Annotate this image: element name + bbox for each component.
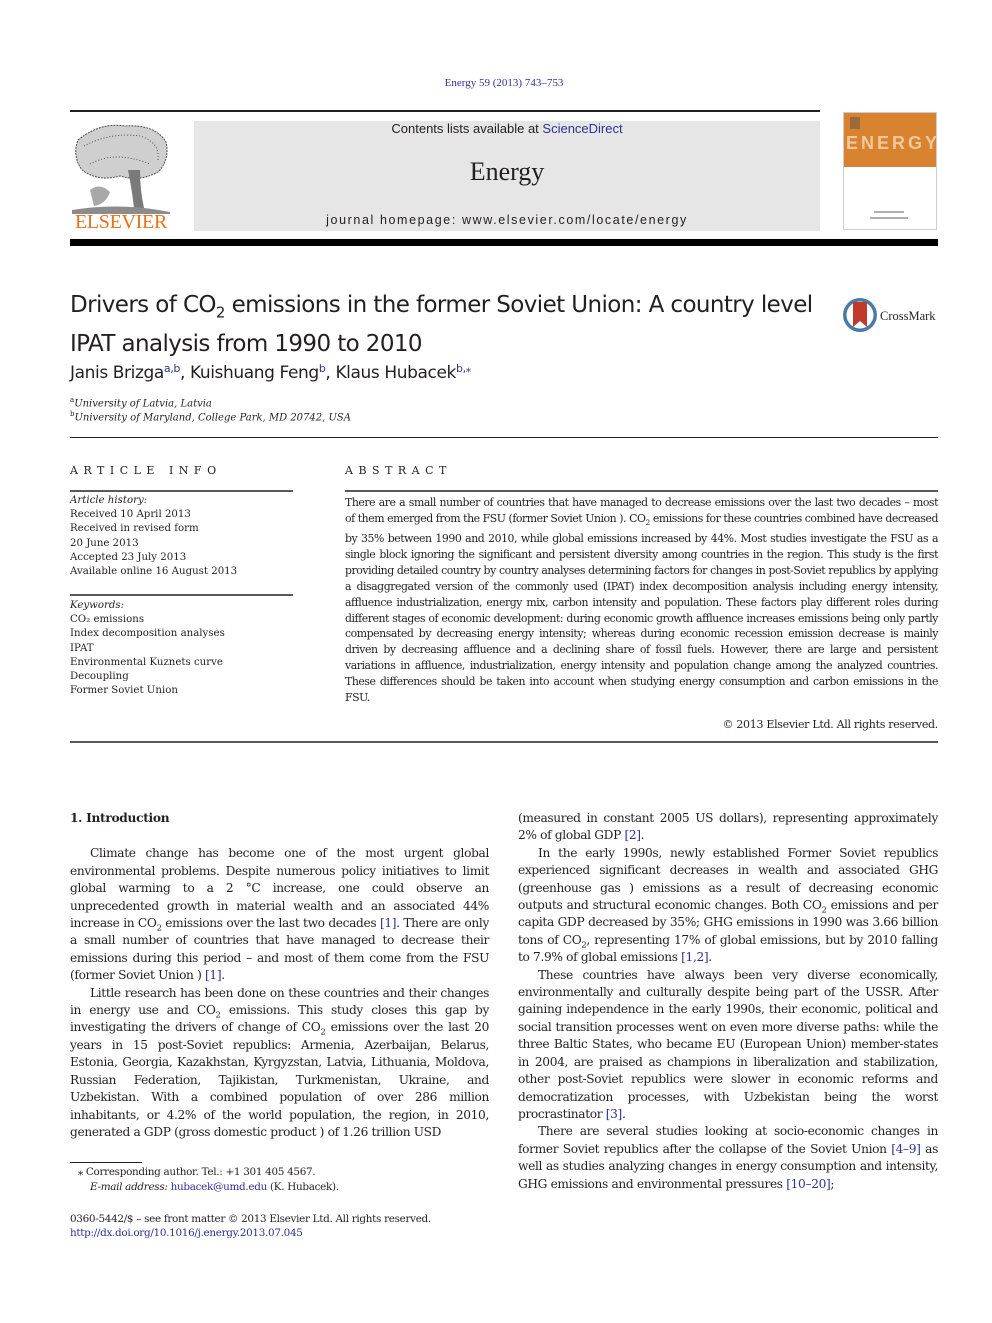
paragraph-text: .: [621, 1106, 626, 1121]
abstract-copyright: © 2013 Elsevier Ltd. All rights reserved…: [722, 718, 938, 731]
body-paragraph: In the early 1990s, newly established Fo…: [518, 845, 938, 967]
section-heading-introduction: 1. Introduction: [70, 811, 170, 825]
author-name[interactable]: Klaus Hubacek: [335, 363, 456, 383]
body-paragraph: Little research has been done on these c…: [70, 985, 489, 1142]
header-rule: [70, 110, 820, 112]
citation-link[interactable]: [1]: [205, 968, 222, 982]
issn-copyright: 0360-5442/$ – see front matter © 2013 El…: [70, 1213, 431, 1225]
footnote-rule: [70, 1162, 142, 1163]
paragraph-text: emissions over the last two decades: [161, 916, 380, 931]
section-rule: [70, 437, 938, 438]
affiliation-text: University of Maryland, College Park, MD…: [74, 412, 351, 424]
title-subscript: 2: [215, 303, 226, 322]
affiliation: aUniversity of Latvia, Latvia: [70, 396, 212, 409]
history-item: 20 June 2013: [70, 537, 139, 549]
email-suffix: (K. Hubacek).: [266, 1181, 339, 1193]
abstract-rule: [345, 490, 938, 492]
citation-link[interactable]: [4–9]: [891, 1142, 921, 1156]
cover-title: ENERGY: [846, 133, 941, 153]
journal-citation-link[interactable]: Energy 59 (2013) 743–753: [0, 77, 992, 89]
paragraph-text: .: [640, 828, 645, 843]
author-name[interactable]: Janis Brizga: [70, 363, 164, 383]
article-info-heading: ARTICLE INFO: [70, 464, 222, 477]
abstract-body: There are a small number of countries th…: [345, 495, 938, 706]
cover-footer-mark: [874, 211, 904, 213]
paragraph-text: There are several studies looking at soc…: [518, 1124, 938, 1156]
history-item: Accepted 23 July 2013: [70, 551, 187, 563]
keywords-rule: [70, 594, 293, 596]
article-history-label: Article history:: [70, 495, 148, 506]
paragraph-text: .: [708, 950, 712, 965]
contents-line: Contents lists available at ScienceDirec…: [194, 121, 820, 136]
abstract-heading: ABSTRACT: [345, 464, 452, 477]
article-info-rule: [70, 490, 293, 492]
abstract-bottom-rule: [70, 741, 938, 743]
author-list: Janis Brizgaa,b, Kuishuang Fengb, Klaus …: [70, 362, 471, 383]
keyword-item: Index decomposition analyses: [70, 628, 225, 640]
corresponding-author-footnote: ⁎ Corresponding author. Tel.: +1 301 405…: [78, 1165, 339, 1195]
history-item: Received 10 April 2013: [70, 509, 191, 521]
body-column-left: 1. Introduction Climate change has becom…: [70, 810, 489, 1141]
affiliation-text: University of Latvia, Latvia: [74, 398, 212, 410]
doi-link[interactable]: http://dx.doi.org/10.1016/j.energy.2013.…: [70, 1226, 431, 1240]
journal-banner: Contents lists available at ScienceDirec…: [194, 121, 820, 231]
history-item: Received in revised form: [70, 523, 199, 535]
body-paragraph-continued: (measured in constant 2005 US dollars), …: [518, 810, 938, 845]
author-affiliation-marker[interactable]: a,b: [164, 362, 180, 375]
contents-label: Contents lists available at: [391, 121, 543, 136]
affiliation: bUniversity of Maryland, College Park, M…: [70, 410, 351, 423]
elsevier-wordmark: ELSEVIER: [74, 211, 168, 233]
paragraph-text: These countries have always been very di…: [518, 967, 938, 1121]
keywords-list: Keywords: CO₂ emissions Index decomposit…: [70, 599, 293, 698]
email-label: E-mail address:: [90, 1181, 171, 1193]
author-separator: ,: [325, 363, 336, 383]
paragraph-text: ;: [830, 1176, 835, 1191]
keyword-item: Decoupling: [70, 671, 129, 683]
email-link[interactable]: hubacek@umd.edu: [171, 1181, 268, 1193]
article-title: Drivers of CO2 emissions in the former S…: [70, 290, 830, 360]
citation-link[interactable]: [3]: [606, 1107, 623, 1121]
paragraph-text: .: [221, 968, 225, 983]
front-matter-footer: 0360-5442/$ – see front matter © 2013 El…: [70, 1212, 431, 1240]
body-paragraph: These countries have always been very di…: [518, 967, 938, 1124]
crossmark-icon: [843, 298, 877, 332]
author-name[interactable]: Kuishuang Feng: [190, 363, 319, 383]
author-affiliation-marker[interactable]: b,⁎: [456, 362, 471, 375]
abstract-text: emissions for these countries combined h…: [345, 511, 939, 705]
paragraph-text: (measured in constant 2005 US dollars), …: [518, 811, 938, 843]
header-thick-rule: [70, 239, 938, 246]
body-paragraph: Climate change has become one of the mos…: [70, 845, 489, 984]
title-text: Drivers of CO: [70, 292, 217, 318]
sciencedirect-link[interactable]: ScienceDirect: [542, 121, 622, 136]
keyword-item: IPAT: [70, 642, 94, 654]
body-paragraph: There are several studies looking at soc…: [518, 1123, 938, 1193]
homepage-label: journal homepage:: [326, 213, 462, 227]
cover-footer-mark: [870, 217, 908, 219]
keyword-item: CO₂ emissions: [70, 614, 145, 626]
history-item: Available online 16 August 2013: [70, 566, 238, 578]
email-line: E-mail address: hubacek@umd.edu (K. Huba…: [78, 1180, 339, 1195]
journal-cover-thumbnail[interactable]: ENERGY: [843, 112, 937, 230]
crossmark-label: CrossMark: [880, 309, 936, 323]
author-separator: ,: [179, 363, 190, 383]
keyword-item: Environmental Kuznets curve: [70, 656, 223, 668]
corresponding-author-text: ⁎ Corresponding author. Tel.: +1 301 405…: [78, 1166, 316, 1178]
citation-link[interactable]: [1]: [380, 916, 397, 930]
citation-link[interactable]: [10–20]: [786, 1177, 831, 1191]
journal-name: Energy: [469, 157, 545, 186]
homepage-url-link[interactable]: www.elsevier.com/locate/energy: [462, 213, 688, 227]
cover-publisher-icon: [850, 117, 860, 129]
article-history: Article history: Received 10 April 2013 …: [70, 494, 293, 579]
keyword-item: Former Soviet Union: [70, 685, 178, 697]
body-column-right: (measured in constant 2005 US dollars), …: [518, 810, 938, 1193]
journal-homepage: journal homepage: www.elsevier.com/locat…: [194, 213, 820, 227]
paragraph-text: emissions over the last 20 years in 15 p…: [70, 1020, 489, 1139]
citation-link[interactable]: [1,2]: [681, 950, 709, 964]
crossmark-button[interactable]: CrossMark: [842, 296, 940, 336]
citation-link[interactable]: [2]: [624, 828, 641, 842]
keywords-label: Keywords:: [70, 600, 125, 611]
